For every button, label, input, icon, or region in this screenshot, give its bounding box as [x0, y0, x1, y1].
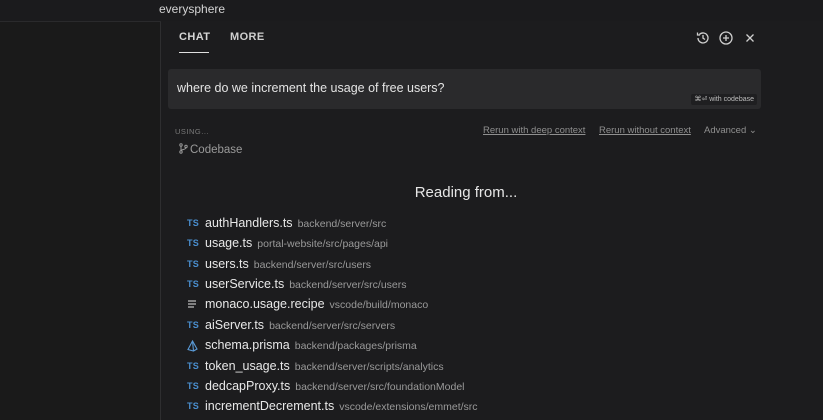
history-icon[interactable] — [695, 30, 711, 46]
typescript-icon: TS — [187, 361, 200, 371]
reading-title: Reading from... — [414, 184, 518, 201]
using-label: USING... — [175, 127, 210, 136]
file-path: portal-website/src/pages/api — [257, 238, 388, 250]
query-message[interactable]: where do we increment the usage of free … — [168, 69, 761, 109]
rerun-without-context-link[interactable]: Rerun without context — [599, 125, 691, 136]
file-name: aiServer.ts — [205, 318, 265, 332]
typescript-icon: TS — [187, 279, 200, 289]
file-path: backend/server/src — [297, 218, 387, 230]
editor-area — [0, 21, 160, 420]
shortcut-hint: ⌘⏎ with codebase — [691, 94, 757, 105]
query-text: where do we increment the usage of free … — [177, 81, 445, 95]
advanced-dropdown[interactable]: Advanced ⌄ — [704, 125, 757, 136]
file-path: backend/server/scripts/analytics — [294, 361, 444, 373]
file-name: authHandlers.ts — [205, 216, 293, 230]
chat-panel: CHAT MORE where do we increment the usag… — [161, 21, 823, 420]
codebase-label: Codebase — [190, 144, 243, 156]
typescript-icon: TS — [187, 218, 200, 228]
file-path: vscode/build/monaco — [329, 299, 429, 311]
file-name: monaco.usage.recipe — [205, 297, 325, 311]
typescript-icon: TS — [187, 238, 200, 248]
codebase-source[interactable]: Codebase — [179, 143, 242, 156]
tab-more[interactable]: MORE — [230, 31, 265, 43]
file-path: backend/packages/prisma — [294, 340, 417, 352]
rerun-deep-context-link[interactable]: Rerun with deep context — [483, 125, 585, 136]
file-path: vscode/extensions/emmet/src — [339, 401, 478, 413]
prisma-icon — [187, 339, 201, 352]
tab-chat[interactable]: CHAT — [179, 31, 210, 53]
typescript-icon: TS — [187, 320, 200, 330]
file-path: backend/server/src/users — [253, 259, 372, 271]
file-path: backend/server/src/users — [289, 279, 407, 291]
file-name: users.ts — [205, 257, 249, 271]
window-title: everysphere — [159, 2, 226, 16]
branch-icon — [179, 143, 188, 154]
typescript-icon: TS — [187, 259, 200, 269]
file-path: backend/server/src/servers — [269, 320, 396, 332]
file-name: dedcapProxy.ts — [205, 379, 291, 393]
title-bar: everysphere — [0, 0, 823, 21]
file-name: usage.ts — [205, 236, 253, 250]
typescript-icon: TS — [187, 401, 200, 411]
typescript-icon: TS — [187, 381, 200, 391]
file-name: token_usage.ts — [205, 359, 290, 373]
close-icon[interactable] — [742, 30, 758, 46]
file-name: schema.prisma — [205, 338, 290, 352]
file-name: userService.ts — [205, 277, 285, 291]
file-name: incrementDecrement.ts — [205, 399, 335, 413]
file-path: backend/server/src/foundationModel — [295, 381, 465, 393]
lines-icon — [187, 299, 201, 311]
add-icon[interactable] — [718, 30, 734, 46]
